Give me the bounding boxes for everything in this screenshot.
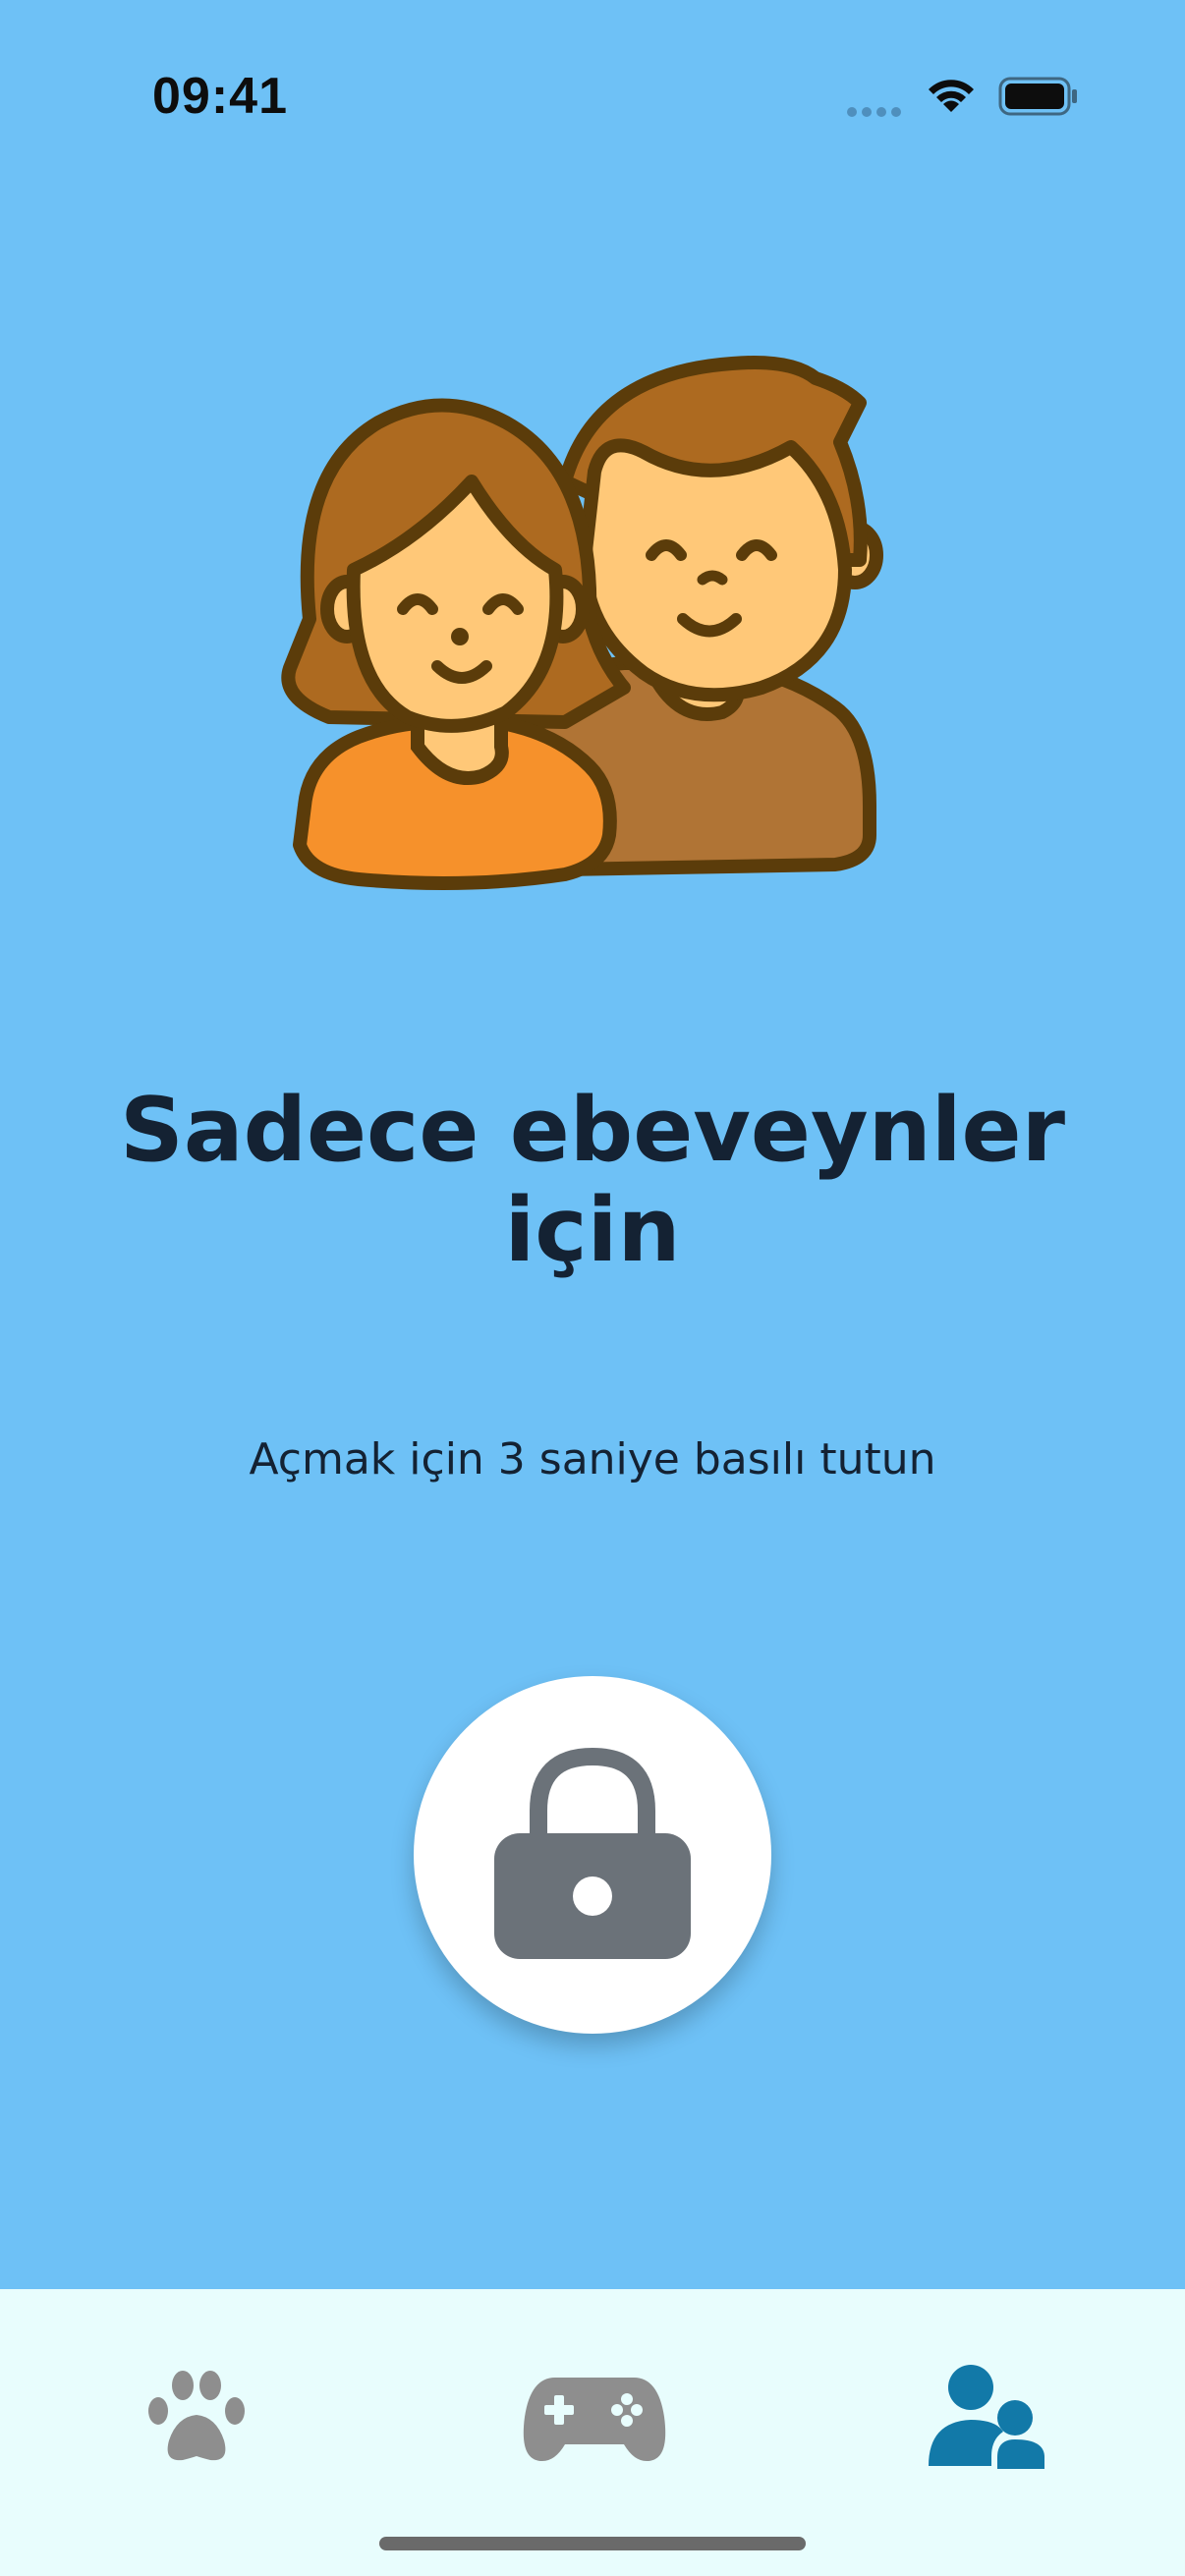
- status-time: 09:41: [152, 68, 288, 125]
- tab-parents[interactable]: [904, 2343, 1071, 2491]
- status-bar: 09:41: [0, 0, 1185, 196]
- hold-to-unlock-button[interactable]: [414, 1676, 771, 2034]
- wifi-icon: [929, 80, 974, 112]
- title-line-1: Sadece ebeveynler: [120, 1079, 1065, 1182]
- parents-illustration: [281, 356, 883, 890]
- tab-bar: [0, 2289, 1185, 2576]
- paw-icon: [148, 2371, 245, 2461]
- page-title: Sadece ebeveynler için: [79, 1081, 1106, 1281]
- battery-icon: [998, 77, 1077, 116]
- tab-games[interactable]: [511, 2343, 678, 2491]
- cellular-signal-icon: [847, 102, 906, 121]
- parents-icon: [929, 2365, 1044, 2469]
- title-line-2: için: [504, 1179, 681, 1282]
- hold-instruction: Açmak için 3 saniye basılı tutun: [249, 1434, 936, 1484]
- tab-pets[interactable]: [118, 2343, 275, 2491]
- gamepad-icon: [523, 2378, 666, 2461]
- lock-icon: [494, 1747, 691, 1959]
- home-indicator[interactable]: [379, 2537, 806, 2550]
